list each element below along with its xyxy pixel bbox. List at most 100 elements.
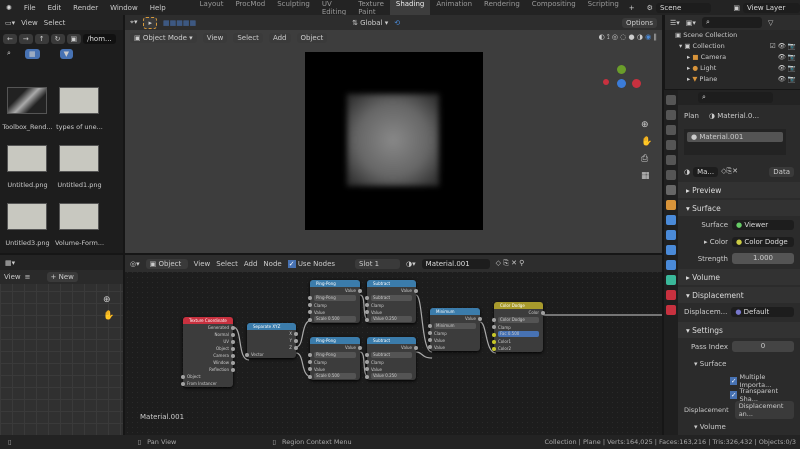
zoom-icon[interactable]: ⊕	[641, 117, 652, 134]
node-socket-row[interactable]: Object:	[181, 373, 233, 380]
file-thumbnail[interactable]	[7, 87, 47, 114]
menu-edit[interactable]: Edit	[48, 4, 62, 12]
socket-dot[interactable]	[181, 381, 185, 386]
mode-select[interactable]: ▣ Object Mode ▾	[130, 32, 197, 43]
node-socket-row[interactable]: Value	[365, 309, 416, 316]
file-name[interactable]: Untitled.png	[0, 181, 55, 189]
transparent-shadow-checkbox[interactable]: ✓ Transparent Sha...	[678, 387, 800, 403]
node-socket-row[interactable]: Object	[183, 345, 235, 352]
camera-icon[interactable]: ⎙	[641, 151, 652, 168]
node-socket-row[interactable]: Color1	[492, 338, 543, 345]
view-layer-field[interactable]: View Layer	[743, 2, 800, 13]
file-thumbnail[interactable]	[7, 203, 47, 230]
hand-icon[interactable]: ✋	[103, 311, 114, 321]
menu-add[interactable]: Add	[268, 32, 291, 43]
node-socket-row[interactable]: Window	[183, 359, 235, 366]
node-title[interactable]: Ping-Pong	[310, 280, 360, 287]
socket-dot[interactable]	[492, 332, 496, 337]
node-socket-row[interactable]: Z	[247, 344, 298, 351]
view-layer-icon[interactable]: ▣	[733, 4, 740, 12]
node-socket-row[interactable]: Subtract	[365, 294, 416, 302]
socket-dot[interactable]	[294, 338, 298, 343]
search-icon[interactable]: ⌕	[3, 48, 23, 59]
node-socket-row[interactable]: Value	[367, 344, 418, 351]
socket-dot[interactable]	[414, 288, 418, 293]
socket-dot[interactable]	[492, 339, 496, 344]
shader-node[interactable]: Ping-Pong Value Ping-Pong Clamp Value Scale 0…	[308, 280, 362, 323]
scene-collection[interactable]: ▣ Scene Collection	[675, 30, 800, 41]
navigation-gizmo[interactable]	[603, 65, 643, 105]
socket-dot[interactable]	[414, 345, 418, 350]
node-socket-row[interactable]: Color Dodge	[492, 316, 543, 324]
node-title[interactable]: Subtract	[367, 337, 416, 344]
transform-orientation[interactable]: ⇅ Global ▾	[352, 19, 388, 27]
node-socket-row[interactable]: Clamp	[365, 302, 416, 309]
select-mode-icons[interactable]: ▦▦▦▦▦	[163, 19, 196, 27]
3d-viewport[interactable]: ⌖▾ ▸ ▦▦▦▦▦ ⇅ Global ▾ ⟲ Options ▣ Object…	[125, 15, 662, 253]
scene-field[interactable]: Scene	[655, 2, 712, 13]
socket-dot[interactable]	[308, 353, 312, 357]
node-title[interactable]: Separate XYZ	[247, 323, 296, 330]
socket-dot[interactable]	[308, 296, 312, 300]
color-field[interactable]: ● Color Dodge	[732, 236, 794, 247]
node-socket-row[interactable]: Clamp	[308, 302, 360, 309]
node-socket-row[interactable]: Normal	[183, 331, 235, 338]
socket-dot[interactable]	[181, 374, 185, 379]
socket-dot[interactable]	[365, 296, 369, 300]
view-menu[interactable]: View	[4, 273, 21, 281]
file-name[interactable]: Untitled3.png	[0, 239, 55, 247]
refresh-icon[interactable]: ↻	[50, 34, 65, 44]
menu-select[interactable]: Select	[44, 19, 66, 27]
select-tool-icon[interactable]: ▸	[143, 16, 157, 29]
new-folder-icon[interactable]: ▣	[66, 34, 82, 44]
display-mode-icon[interactable]: ▦	[25, 48, 40, 59]
file-thumbnail[interactable]	[59, 203, 99, 230]
menu-help[interactable]: Help	[150, 4, 166, 12]
menu-window[interactable]: Window	[110, 4, 138, 12]
editor-type-icon[interactable]: ▭▾	[5, 19, 15, 27]
node-socket-row[interactable]: Value	[308, 366, 360, 373]
socket-dot[interactable]	[428, 324, 432, 328]
socket-dot[interactable]	[478, 316, 482, 321]
node-socket-row[interactable]: Vector	[245, 351, 296, 358]
socket-dot[interactable]	[365, 303, 369, 307]
panel-displacement[interactable]: ▾ Displacement	[678, 287, 800, 303]
node-socket-row[interactable]: Color	[494, 309, 545, 316]
node-title[interactable]: Texture Coordinate	[183, 317, 233, 324]
socket-dot[interactable]	[231, 332, 235, 337]
new-image-button[interactable]: + New	[46, 272, 78, 282]
node-socket-row[interactable]: Ping-Pong	[308, 351, 360, 359]
hand-icon[interactable]: ✋	[641, 134, 652, 151]
filter-icon[interactable]: ▽	[768, 19, 773, 27]
material-datablock[interactable]: Ma...	[693, 166, 719, 177]
options-button[interactable]: Options	[621, 17, 657, 28]
menu-view[interactable]: View	[21, 19, 38, 27]
display-mode-icon[interactable]: ☰▾	[670, 19, 680, 27]
node-socket-row[interactable]: Clamp	[428, 330, 480, 337]
node-socket-row[interactable]: Clamp	[308, 359, 360, 366]
socket-dot[interactable]	[231, 353, 235, 358]
node-socket-row[interactable]: Subtract	[365, 351, 416, 359]
node-socket-row[interactable]: Scale 0.500	[308, 316, 360, 323]
zoom-icon[interactable]: ⊕	[103, 295, 111, 305]
node-socket-row[interactable]: Value 0.250	[365, 316, 416, 323]
node-socket-row[interactable]: Fac 0.500	[492, 331, 543, 338]
socket-dot[interactable]	[231, 339, 235, 344]
node-socket-row[interactable]: UV	[183, 338, 235, 345]
panel-surface[interactable]: ▾ Surface	[678, 200, 800, 216]
socket-dot[interactable]	[231, 367, 235, 372]
properties-tabs[interactable]	[664, 90, 678, 435]
socket-dot[interactable]	[308, 360, 312, 364]
editor-type-icon[interactable]: ⌖▾	[130, 18, 137, 27]
node-socket-row[interactable]: Value	[310, 287, 362, 294]
filter-icon[interactable]: ▼	[59, 48, 74, 59]
snap-icon[interactable]: ⟲	[394, 19, 400, 27]
panel-volume[interactable]: ▸ Volume	[678, 269, 800, 285]
add-workspace-icon[interactable]: +	[629, 4, 635, 12]
node-title[interactable]: Ping-Pong	[310, 337, 360, 344]
panel-preview[interactable]: ▸ Preview	[678, 182, 800, 198]
node-socket-row[interactable]: Value	[367, 287, 418, 294]
shader-node[interactable]: Ping-Pong Value Ping-Pong Clamp Value Scale 0…	[308, 337, 362, 380]
node-socket-row[interactable]: Reflection	[183, 366, 235, 373]
file-name[interactable]: types of une...	[52, 123, 107, 131]
